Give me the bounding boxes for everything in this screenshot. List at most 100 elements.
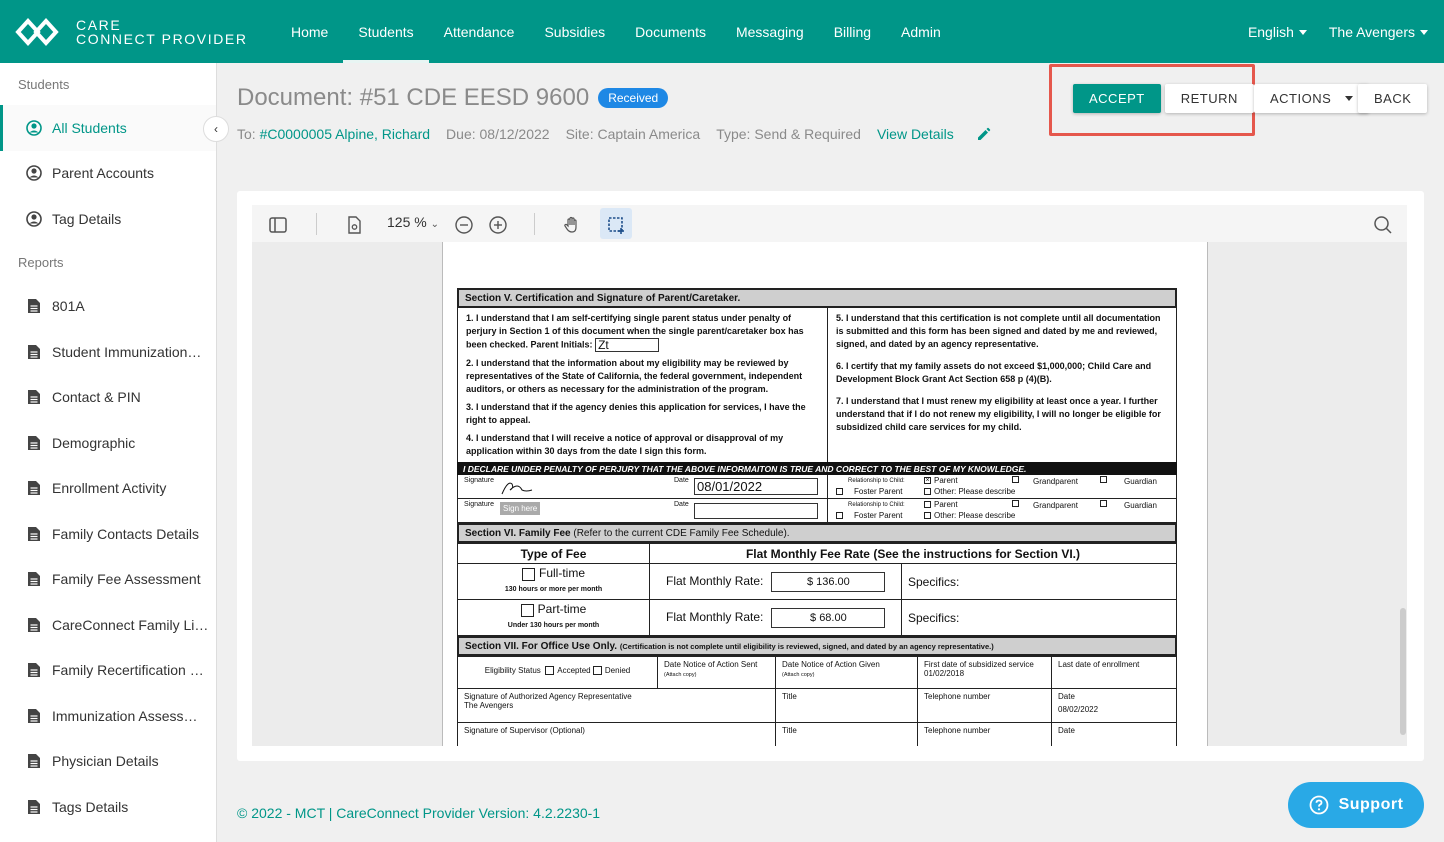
rel-grandparent-option-2[interactable] bbox=[1012, 499, 1022, 508]
pencil-icon[interactable] bbox=[976, 126, 992, 142]
attach-copy-note-2: (Attach copy) bbox=[782, 672, 815, 678]
org-dropdown[interactable]: The Avengers bbox=[1329, 24, 1428, 40]
signature-date-field-2[interactable] bbox=[694, 503, 818, 519]
nav-attendance[interactable]: Attendance bbox=[429, 0, 530, 63]
sidebar-item-report[interactable]: Contact & PIN bbox=[0, 375, 216, 421]
fulltime-rate-field[interactable]: $ 136.00 bbox=[771, 571, 886, 592]
sidebar-item-report[interactable]: Student Immunization… bbox=[0, 329, 216, 375]
accept-button[interactable]: ACCEPT bbox=[1073, 84, 1161, 113]
signature-label: Signature bbox=[464, 477, 494, 484]
support-button[interactable]: Support bbox=[1288, 782, 1424, 828]
nav-billing[interactable]: Billing bbox=[819, 0, 886, 63]
recipient-link[interactable]: #C0000005 Alpine, Richard bbox=[260, 126, 430, 142]
sidebar-item-report[interactable]: Family Fee Assessment bbox=[0, 557, 216, 603]
user-circle-icon bbox=[26, 210, 42, 227]
section-v-left: 1. I understand that I am self-certifyin… bbox=[458, 308, 828, 462]
signature-cell-2: Signature Sign here Date bbox=[458, 499, 828, 522]
report-list: 801A Student Immunization… Contact & PIN De… bbox=[0, 284, 216, 830]
sidebar-item-all-students[interactable]: All Students bbox=[0, 105, 216, 151]
statement-5: 5. I understand that this certification … bbox=[836, 313, 1161, 349]
section-vii-title: Section VII. For Office Use Only. bbox=[465, 640, 618, 652]
nav-students[interactable]: Students bbox=[343, 0, 429, 63]
rel-foster-label-2: Foster Parent bbox=[854, 511, 903, 520]
checkbox bbox=[1100, 476, 1107, 484]
rel-other-label: Other: Please describe bbox=[934, 487, 1016, 496]
signature-date-field[interactable]: 08/01/2022 bbox=[694, 478, 818, 495]
return-button[interactable]: RETURN bbox=[1164, 84, 1254, 113]
document-icon bbox=[26, 617, 42, 633]
sign-here-button[interactable]: Sign here bbox=[500, 502, 541, 515]
sidebar-item-parent-accounts[interactable]: Parent Accounts bbox=[0, 151, 216, 197]
rel-guardian-option[interactable] bbox=[1100, 475, 1110, 484]
checkbox bbox=[924, 488, 931, 496]
sidebar-item-tag-details[interactable]: Tag Details bbox=[0, 196, 216, 242]
sidebar-heading-students: Students bbox=[18, 76, 70, 92]
view-details-link[interactable]: View Details bbox=[877, 126, 954, 142]
notice-sent-cell: Date Notice of Action Sent (Attach copy) bbox=[657, 656, 776, 689]
nav-subsidies[interactable]: Subsidies bbox=[529, 0, 620, 63]
parttime-specifics[interactable]: Specifics: bbox=[901, 599, 1177, 636]
nav-documents[interactable]: Documents bbox=[620, 0, 721, 63]
zoom-in-icon[interactable] bbox=[488, 215, 508, 235]
notice-sent-label: Date Notice of Action Sent bbox=[664, 660, 758, 669]
document-canvas[interactable]: Section V. Certification and Signature o… bbox=[252, 242, 1407, 746]
zoom-level: 125 % bbox=[387, 214, 427, 230]
zoom-dropdown[interactable]: 125 % ⌄ bbox=[387, 214, 439, 230]
sidebar-item-report[interactable]: 801A bbox=[0, 284, 216, 330]
sidebar-item-report[interactable]: Enrollment Activity bbox=[0, 466, 216, 512]
sidebar-item-report[interactable]: Tags Details bbox=[0, 784, 216, 830]
sidebar-toggle-icon[interactable] bbox=[268, 215, 288, 235]
collapse-sidebar-button[interactable]: ‹ bbox=[203, 116, 229, 142]
denied-label: Denied bbox=[604, 666, 631, 675]
parttime-rate-field[interactable]: $ 68.00 bbox=[771, 607, 886, 628]
rel-guardian-label-2: Guardian bbox=[1124, 501, 1157, 510]
search-icon[interactable] bbox=[1373, 215, 1393, 235]
sidebar-item-report[interactable]: Physician Details bbox=[0, 739, 216, 785]
auth-phone-cell: Telephone number bbox=[917, 688, 1052, 723]
document-meta: To: #C0000005 Alpine, Richard Due: 08/12… bbox=[237, 126, 992, 142]
sidebar-item-report[interactable]: Family Recertification … bbox=[0, 648, 216, 694]
language-dropdown[interactable]: English bbox=[1248, 24, 1307, 40]
sidebar-item-label: Family Contacts Details bbox=[52, 525, 200, 542]
sidebar-item-label: Family Recertification … bbox=[52, 662, 204, 679]
page-settings-icon[interactable] bbox=[344, 215, 364, 235]
fulltime-checkbox[interactable] bbox=[521, 567, 535, 581]
zoom-out-icon[interactable] bbox=[454, 215, 474, 235]
sidebar-item-report[interactable]: Demographic bbox=[0, 420, 216, 466]
rel-grandparent-option[interactable] bbox=[1012, 475, 1022, 484]
rel-foster-option[interactable]: Foster Parent bbox=[836, 487, 902, 496]
nav-messaging[interactable]: Messaging bbox=[721, 0, 819, 63]
supervisor-signature-cell: Signature of Supervisor (Optional) bbox=[457, 722, 776, 746]
section-v-header: Section V. Certification and Signature o… bbox=[457, 288, 1177, 308]
sidebar-item-report[interactable]: Family Contacts Details bbox=[0, 511, 216, 557]
user-circle-icon bbox=[26, 165, 42, 182]
denied-checkbox[interactable] bbox=[592, 666, 602, 676]
parent-initials-field[interactable]: Zt bbox=[595, 338, 660, 352]
date-label-2: Date bbox=[674, 501, 689, 508]
accepted-checkbox[interactable] bbox=[545, 666, 555, 676]
rel-parent-option[interactable]: × Parent bbox=[924, 476, 958, 485]
rel-other-option[interactable]: Other: Please describe bbox=[924, 487, 1015, 496]
sidebar-item-report[interactable]: Immunization Assess… bbox=[0, 693, 216, 739]
fulltime-specifics[interactable]: Specifics: bbox=[901, 563, 1177, 600]
pan-hand-icon[interactable] bbox=[562, 215, 582, 235]
nav-home[interactable]: Home bbox=[276, 0, 343, 63]
brand-logo[interactable]: CARE CONNECT PROVIDER bbox=[14, 14, 254, 50]
attach-copy-note: (Attach copy) bbox=[664, 672, 697, 678]
rel-parent-option-2[interactable]: Parent bbox=[924, 500, 958, 509]
back-button[interactable]: BACK bbox=[1358, 84, 1428, 113]
parttime-checkbox[interactable] bbox=[520, 603, 534, 617]
rel-guardian-option-2[interactable] bbox=[1100, 499, 1110, 508]
actions-dropdown-button[interactable]: ACTIONS bbox=[1254, 84, 1370, 113]
nav-admin[interactable]: Admin bbox=[886, 0, 956, 63]
rel-foster-option-2[interactable]: Foster Parent bbox=[836, 511, 902, 520]
rel-grandparent-label: Grandparent bbox=[1033, 477, 1078, 486]
viewer-scrollbar[interactable] bbox=[1400, 608, 1406, 735]
last-date-cell: Last date of enrollment bbox=[1051, 656, 1177, 689]
rel-grandparent-label-2: Grandparent bbox=[1033, 501, 1078, 510]
sidebar-item-report[interactable]: CareConnect Family Li… bbox=[0, 602, 216, 648]
rel-other-option-2[interactable]: Other: Please describe bbox=[924, 511, 1015, 520]
doc-type: Type: Send & Required bbox=[716, 126, 861, 142]
selection-tool-icon[interactable] bbox=[606, 215, 626, 235]
sidebar-item-label: 801A bbox=[52, 298, 85, 315]
